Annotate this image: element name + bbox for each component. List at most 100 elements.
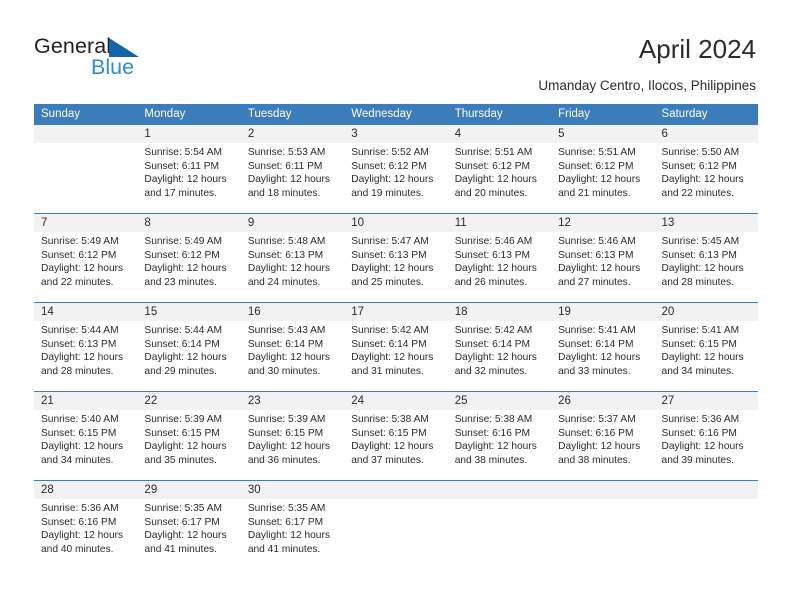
day-number[interactable]: 4 [448,125,551,143]
day-number[interactable]: 26 [551,392,654,410]
day-number[interactable]: 1 [137,125,240,143]
day-number[interactable]: 28 [34,481,137,499]
day-daylight-line2-text: and 41 minutes. [247,543,321,555]
day-number-band: 7 8 9 10 11 12 13 [34,214,758,232]
day-cell[interactable]: Sunrise: 5:37 AM Sunset: 6:16 PM Daylight:… [551,410,654,480]
day-sunrise-text: Sunrise: 5:43 AM [247,325,326,336]
day-cell[interactable]: Sunrise: 5:44 AM Sunset: 6:13 PM Daylight:… [34,321,137,391]
day-number-empty [344,481,447,499]
day-cell[interactable]: Sunrise: 5:38 AM Sunset: 6:16 PM Daylight:… [448,410,551,480]
day-number[interactable]: 23 [241,392,344,410]
day-cell[interactable]: Sunrise: 5:44 AM Sunset: 6:14 PM Daylight:… [137,321,240,391]
day-number[interactable]: 24 [344,392,447,410]
day-cell[interactable]: Sunrise: 5:38 AM Sunset: 6:15 PM Daylight:… [344,410,447,480]
day-cell[interactable]: Sunrise: 5:42 AM Sunset: 6:14 PM Daylight:… [344,321,447,391]
calendar-week-row: 1 2 3 4 5 6 Sunrise: 5:54 AM Sunset: 6:11 PM Day… [34,125,758,213]
day-number[interactable]: 22 [137,392,240,410]
day-number[interactable]: 2 [241,125,344,143]
day-number[interactable]: 29 [137,481,240,499]
day-sunrise-text: Sunrise: 5:48 AM [247,236,326,247]
day-daylight-line1-text: Daylight: 12 hours [144,263,227,275]
day-cell[interactable]: Sunrise: 5:39 AM Sunset: 6:15 PM Daylight:… [241,410,344,480]
day-number[interactable]: 6 [655,125,758,143]
day-number[interactable]: 17 [344,303,447,321]
day-cell[interactable]: Sunrise: 5:46 AM Sunset: 6:13 PM Daylight:… [551,232,654,302]
day-number[interactable]: 15 [137,303,240,321]
day-cell[interactable]: Sunrise: 5:45 AM Sunset: 6:13 PM Daylight:… [655,232,758,302]
day-cell[interactable]: Sunrise: 5:48 AM Sunset: 6:13 PM Daylight:… [241,232,344,302]
day-cell[interactable]: Sunrise: 5:52 AM Sunset: 6:12 PM Daylight:… [344,143,447,213]
day-daylight-line1-text: Daylight: 12 hours [41,352,124,364]
day-daylight-line1-text: Daylight: 12 hours [41,263,124,275]
general-blue-logo[interactable]: General Blue [34,34,214,82]
day-cell[interactable]: Sunrise: 5:46 AM Sunset: 6:13 PM Daylight:… [448,232,551,302]
day-number[interactable]: 30 [241,481,344,499]
day-daylight-line2-text: and 35 minutes. [144,454,217,466]
day-number[interactable]: 14 [34,303,137,321]
day-number[interactable]: 5 [551,125,654,143]
day-sunset-text: Sunset: 6:15 PM [661,338,737,350]
day-number[interactable]: 7 [34,214,137,232]
day-cell[interactable]: Sunrise: 5:43 AM Sunset: 6:14 PM Daylight:… [241,321,344,391]
day-cell[interactable]: Sunrise: 5:36 AM Sunset: 6:16 PM Daylight:… [655,410,758,480]
day-sunset-text: Sunset: 6:16 PM [661,427,737,439]
day-daylight-line2-text: and 21 minutes. [558,187,631,199]
day-daylight-line2-text: and 38 minutes. [558,454,631,466]
day-cell[interactable]: Sunrise: 5:36 AM Sunset: 6:16 PM Daylight:… [34,499,137,569]
day-cell[interactable]: Sunrise: 5:47 AM Sunset: 6:13 PM Daylight:… [344,232,447,302]
day-cell[interactable]: Sunrise: 5:42 AM Sunset: 6:14 PM Daylight:… [448,321,551,391]
day-cell[interactable]: Sunrise: 5:49 AM Sunset: 6:12 PM Daylight:… [34,232,137,302]
day-cell[interactable]: Sunrise: 5:35 AM Sunset: 6:17 PM Daylight:… [241,499,344,569]
weekday-header-saturday: Saturday [661,108,708,120]
day-cell[interactable]: Sunrise: 5:41 AM Sunset: 6:15 PM Daylight:… [655,321,758,391]
day-daylight-line2-text: and 28 minutes. [41,365,114,377]
day-cell[interactable]: Sunrise: 5:39 AM Sunset: 6:15 PM Daylight:… [137,410,240,480]
day-number[interactable]: 21 [34,392,137,410]
day-sunrise-text: Sunrise: 5:49 AM [41,236,119,247]
day-cell[interactable]: Sunrise: 5:51 AM Sunset: 6:12 PM Daylight:… [448,143,551,213]
calendar-week-row: 7 8 9 10 11 12 13 Sunrise: 5:49 AM Sunset: 6:12 … [34,213,758,302]
day-daylight-line2-text: and 32 minutes. [454,365,528,377]
day-number[interactable]: 10 [344,214,447,232]
day-number[interactable]: 25 [448,392,551,410]
day-sunset-text: Sunset: 6:15 PM [41,427,117,439]
day-number[interactable]: 18 [448,303,551,321]
day-cell[interactable]: Sunrise: 5:40 AM Sunset: 6:15 PM Daylight:… [34,410,137,480]
day-cell[interactable]: Sunrise: 5:49 AM Sunset: 6:12 PM Daylight:… [137,232,240,302]
day-daylight-line1-text: Daylight: 12 hours [351,263,434,275]
day-daylight-line1-text: Daylight: 12 hours [454,352,537,364]
logo-text-blue: Blue [91,55,135,79]
day-daylight-line2-text: and 36 minutes. [247,454,321,466]
day-daylight-line1-text: Daylight: 12 hours [41,441,124,453]
day-cell[interactable]: Sunrise: 5:41 AM Sunset: 6:14 PM Daylight:… [551,321,654,391]
day-sunset-text: Sunset: 6:11 PM [247,160,323,172]
day-daylight-line1-text: Daylight: 12 hours [247,441,330,453]
day-number[interactable]: 13 [655,214,758,232]
day-sunrise-text: Sunrise: 5:40 AM [41,414,119,425]
day-daylight-line2-text: and 26 minutes. [454,276,528,288]
day-number[interactable]: 19 [551,303,654,321]
day-daylight-line1-text: Daylight: 12 hours [144,441,227,453]
day-number[interactable]: 12 [551,214,654,232]
day-number[interactable]: 27 [655,392,758,410]
day-daylight-line1-text: Daylight: 12 hours [247,263,330,275]
day-cell[interactable]: Sunrise: 5:51 AM Sunset: 6:12 PM Daylight:… [551,143,654,213]
day-daylight-line1-text: Daylight: 12 hours [144,530,227,542]
day-number[interactable]: 3 [344,125,447,143]
day-cell[interactable]: Sunrise: 5:54 AM Sunset: 6:11 PM Daylight:… [137,143,240,213]
day-daylight-line2-text: and 17 minutes. [144,187,217,199]
day-cell[interactable]: Sunrise: 5:50 AM Sunset: 6:12 PM Daylight:… [655,143,758,213]
day-number[interactable]: 20 [655,303,758,321]
weekday-header-sunday: Sunday [41,108,81,120]
day-number[interactable]: 16 [241,303,344,321]
day-number[interactable]: 11 [448,214,551,232]
day-number-band: 28 29 30 [34,481,758,499]
day-number[interactable]: 8 [137,214,240,232]
day-cell[interactable]: Sunrise: 5:53 AM Sunset: 6:11 PM Daylight:… [241,143,344,213]
day-number[interactable]: 9 [241,214,344,232]
day-sunrise-text: Sunrise: 5:36 AM [661,414,740,425]
day-cell[interactable]: Sunrise: 5:35 AM Sunset: 6:17 PM Daylight:… [137,499,240,569]
day-daylight-line2-text: and 31 minutes. [351,365,424,377]
calendar-weeks: 1 2 3 4 5 6 Sunrise: 5:54 AM Sunset: 6:11 PM Day… [34,125,758,569]
day-sunset-text: Sunset: 6:13 PM [41,338,117,350]
